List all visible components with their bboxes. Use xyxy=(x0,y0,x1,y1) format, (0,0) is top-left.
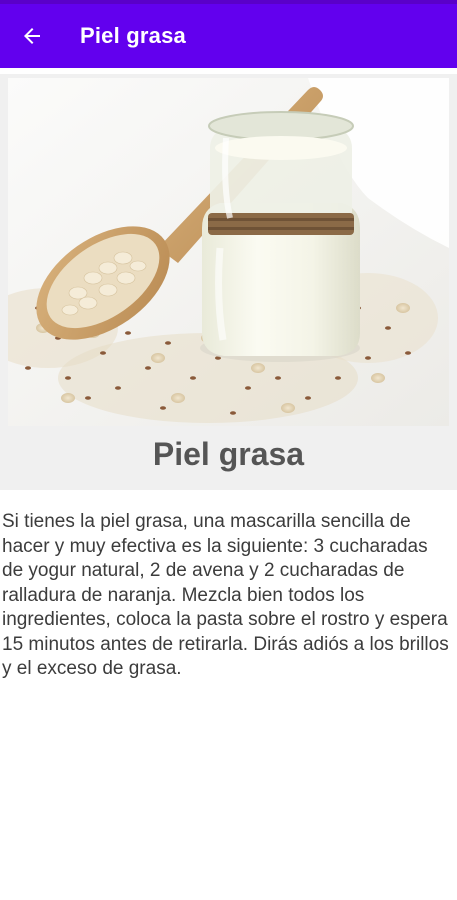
hero-section: Piel grasa xyxy=(0,74,457,490)
back-button[interactable] xyxy=(4,8,60,64)
app-bar: Piel grasa xyxy=(0,4,457,68)
arrow-back-icon xyxy=(24,28,40,44)
article-title: Piel grasa xyxy=(152,436,305,472)
article-body: Si tienes la piel grasa, una mascarilla … xyxy=(2,511,449,679)
app-bar-title: Piel grasa xyxy=(80,23,186,48)
hero-image xyxy=(8,78,449,426)
